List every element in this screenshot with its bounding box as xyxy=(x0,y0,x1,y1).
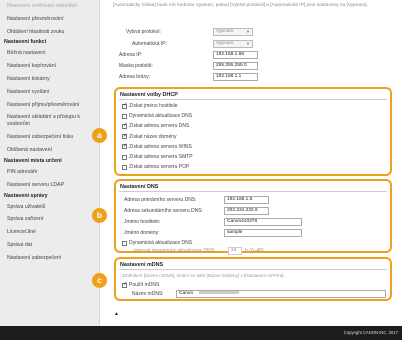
dhcp-option-checkbox[interactable]: Získat adresu serveru DNS xyxy=(122,122,190,130)
footer: Copyright CANON INC. 2017 xyxy=(0,326,402,340)
sidebar-item[interactable]: Nastavení ukládání a přístupu k souborům xyxy=(0,111,99,131)
dynamic-dns-checkbox[interactable]: Dynamická aktualizace DNS xyxy=(122,240,192,246)
sidebar-item[interactable]: Nastavení vysílání xyxy=(0,86,99,99)
dhcp-option-label: Získat adresu serveru DNS xyxy=(129,123,190,130)
dhcp-option-checkbox[interactable]: Získat adresu serveru WINS xyxy=(122,143,192,150)
sidebar-item[interactable]: Nastavení zabezpečení tisku xyxy=(0,131,99,144)
divider xyxy=(119,99,387,100)
host-name-field[interactable]: Canon410378 xyxy=(224,218,302,226)
sidebar-item[interactable]: Běžná nastavení xyxy=(0,47,99,60)
sidebar-heading: Nastavení místa určení xyxy=(4,157,62,164)
checkbox[interactable] xyxy=(122,154,127,160)
sidebar-item[interactable]: Licence/Jiné xyxy=(0,226,99,239)
top-note: [Automaticky získat] bude mít hodnotu Vy… xyxy=(113,3,368,8)
domain-name-field[interactable]: sample xyxy=(224,229,302,237)
dhcp-option-label: Získat adresu serveru WINS xyxy=(129,143,192,150)
main-content: [Automaticky získat] bude mít hodnotu Vy… xyxy=(101,0,402,326)
sidebar-item[interactable]: Nastavení příjmu/přesměrování xyxy=(0,99,99,112)
dhcp-section-title: Nastavení volby DHCP xyxy=(120,92,178,98)
sidebar-item[interactable]: Nastavení tiskárny xyxy=(0,73,99,86)
dhcp-option-label: Získat název domény xyxy=(129,133,177,140)
dhcp-option-label: Dynamická aktualizace DNS xyxy=(129,113,193,120)
dhcp-option-checkbox[interactable]: Dynamická aktualizace DNS xyxy=(122,113,192,119)
subnet-mask-label: Maska podsítě: xyxy=(119,63,153,69)
ip-address-field[interactable]: 192.168.1.86 xyxy=(213,51,258,59)
dhcp-option-label: Získat adresu serveru SMTP xyxy=(129,154,193,160)
dns-section-title: Nastavení DNS xyxy=(120,184,159,190)
callout-badge-c: c xyxy=(92,273,107,288)
sidebar-item[interactable]: Nastavení serveru LDAP xyxy=(0,179,99,192)
sidebar-item[interactable]: PIN adresáře xyxy=(0,166,99,179)
checkbox[interactable] xyxy=(122,164,127,170)
ip-address-label: Adresa IP: xyxy=(119,52,143,58)
primary-dns-field[interactable]: 192.168.1.5 xyxy=(224,196,269,204)
secondary-dns-field[interactable]: 202.234.232.6 xyxy=(224,207,269,215)
sidebar-item[interactable]: Nastavení zabezpečení xyxy=(0,252,99,265)
checkbox[interactable] xyxy=(122,113,127,119)
dns-section: Nastavení DNS Adresa primárního serveru … xyxy=(114,179,392,255)
mdns-name-label: Název mDNS: xyxy=(132,291,164,297)
callout-badge-b: b xyxy=(92,208,107,223)
back-to-top-icon[interactable]: ▲ xyxy=(114,311,119,317)
protocol-label: Vybrat protokol: xyxy=(126,29,161,35)
redacted-text xyxy=(199,291,240,294)
dhcp-section: Nastavení volby DHCP Získat jméno hostit… xyxy=(114,87,392,176)
subnet-mask-field[interactable]: 255.255.255.0 xyxy=(213,62,258,70)
interval-field[interactable]: 24 xyxy=(228,247,242,255)
chevron-down-icon: ▼ xyxy=(246,41,250,46)
use-mdns-checkbox[interactable]: Použít mDNS xyxy=(122,281,159,288)
sidebar-item[interactable]: Správa zařízení xyxy=(0,213,99,226)
sidebar-item[interactable]: Správa dat xyxy=(0,239,99,252)
callout-badge-a: a xyxy=(92,128,107,143)
sidebar-item[interactable]: Nastavení ověřování odesílání xyxy=(0,0,99,13)
secondary-dns-label: Adresa sekundárního serveru DNS: xyxy=(124,208,203,214)
sidebar-item[interactable]: Ohlášení hlasitosti zvuku xyxy=(0,26,99,39)
dhcp-option-checkbox[interactable]: Získat adresu serveru POP xyxy=(122,164,189,170)
dhcp-option-label: Získat adresu serveru POP xyxy=(129,164,190,171)
dhcp-option-checkbox[interactable]: Získat jméno hostitele xyxy=(122,102,178,109)
autoip-select[interactable]: Vypnuto ▼ xyxy=(213,40,253,48)
divider xyxy=(119,269,387,270)
mdns-section-title: Nastavení mDNS xyxy=(120,262,164,268)
gateway-field[interactable]: 192.168.1.1 xyxy=(213,73,258,81)
gateway-label: Adresa brány: xyxy=(119,74,151,80)
primary-dns-label: Adresa primárního serveru DNS: xyxy=(124,197,197,203)
interval-unit: h (0–48) xyxy=(245,248,264,254)
autoip-label: Automatická IP: xyxy=(132,41,168,47)
mdns-name-field[interactable]: Canon xyxy=(176,290,386,298)
sidebar-item[interactable]: Nastavení přesměrování xyxy=(0,13,99,26)
checkbox[interactable] xyxy=(122,102,128,109)
sidebar-heading: Nastavení funkcí xyxy=(4,39,47,46)
dhcp-option-checkbox[interactable]: Získat název domény xyxy=(122,132,177,140)
host-name-label: Jméno hostitele: xyxy=(124,219,161,225)
sidebar-item[interactable]: Správa uživatelů xyxy=(0,201,99,214)
sidebar-item[interactable]: Nastavení kopírování xyxy=(0,60,99,73)
checkbox[interactable] xyxy=(122,281,128,288)
chevron-down-icon: ▼ xyxy=(246,29,250,34)
copyright-text: Copyright CANON INC. 2017 xyxy=(343,330,398,335)
protocol-select[interactable]: Vypnuto ▼ xyxy=(213,28,253,36)
checkbox[interactable] xyxy=(122,143,128,150)
mdns-note: Změníte-li [Název mDNS], změní se také [… xyxy=(122,273,285,278)
checkbox[interactable] xyxy=(122,122,128,129)
domain-name-label: Jméno domény: xyxy=(124,230,160,236)
dhcp-option-checkbox[interactable]: Získat adresu serveru SMTP xyxy=(122,154,193,160)
dhcp-option-label: Získat jméno hostitele xyxy=(129,103,178,109)
sidebar-heading: Nastavení správy xyxy=(4,192,48,199)
interval-label: Interval dynamické aktualizace DNS: xyxy=(134,248,216,254)
sidebar: Nastavení ověřování odesílání Nastavení p… xyxy=(0,0,100,326)
checkbox[interactable] xyxy=(122,132,128,140)
sidebar-item[interactable]: Oblíbená nastavení xyxy=(0,144,99,157)
mdns-section: Nastavení mDNS Změníte-li [Název mDNS], … xyxy=(114,257,392,301)
checkbox[interactable] xyxy=(122,240,127,246)
divider xyxy=(119,191,387,192)
